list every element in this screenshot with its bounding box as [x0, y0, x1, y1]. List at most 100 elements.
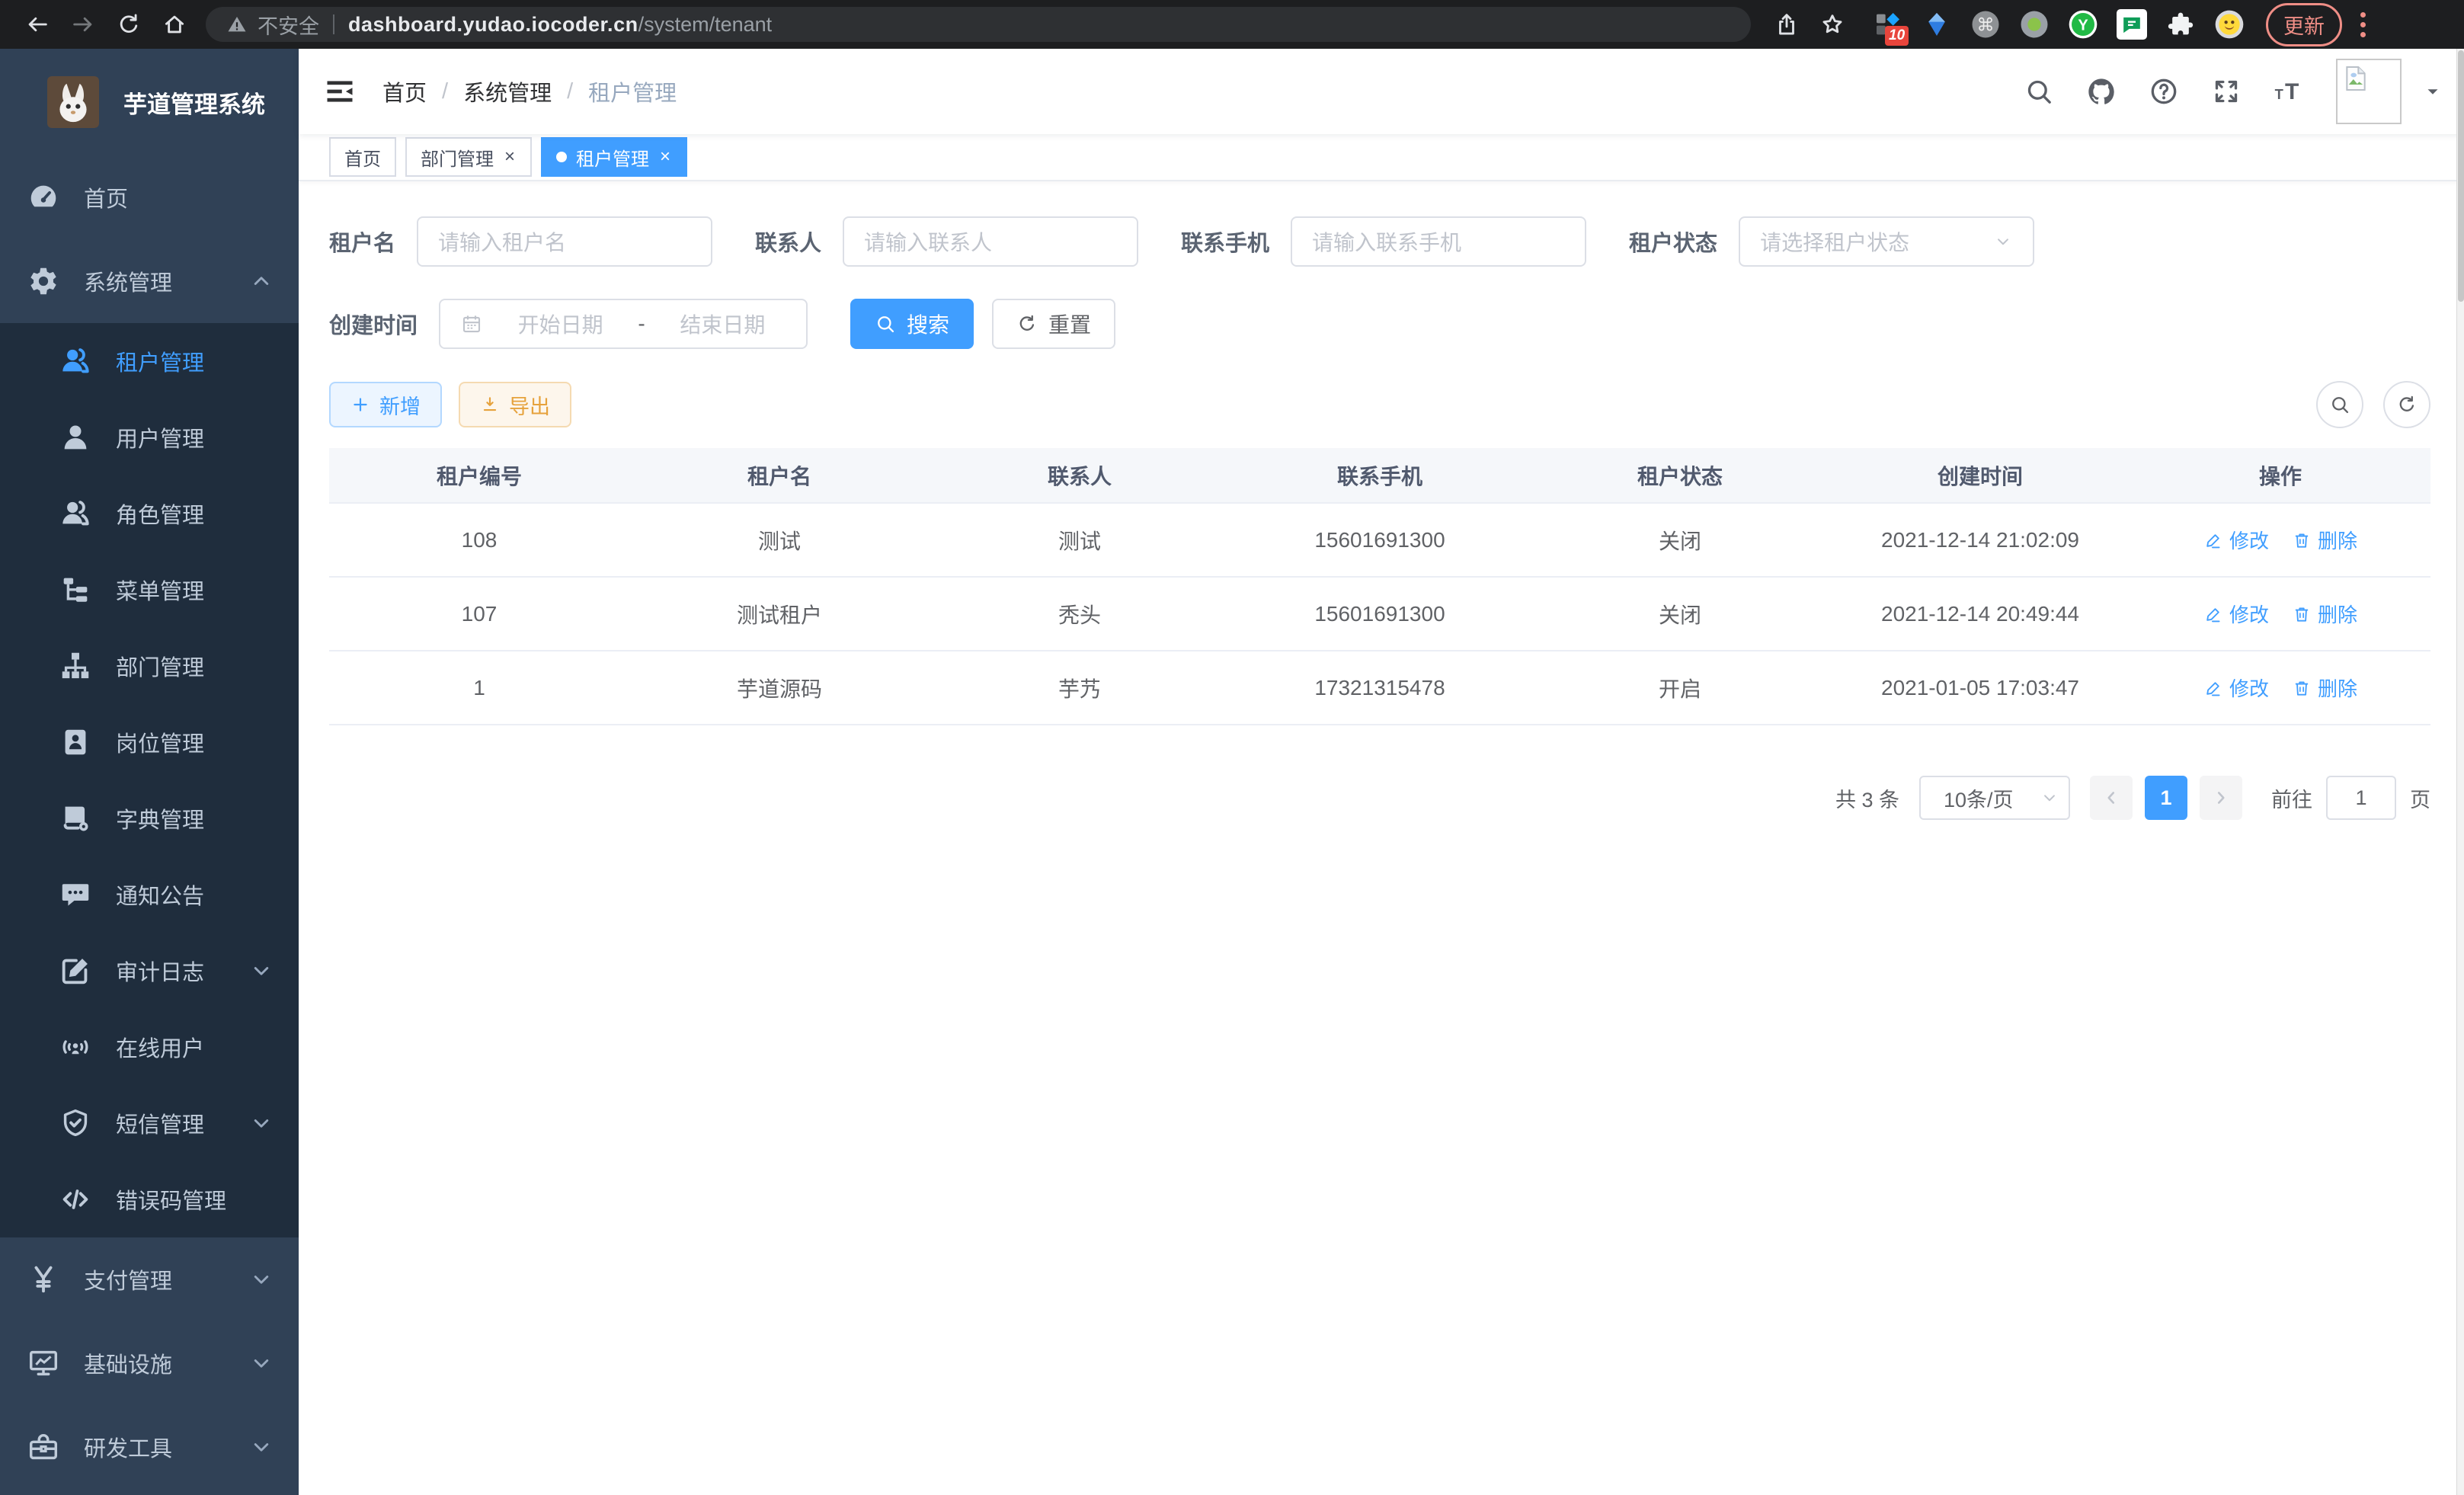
status-select[interactable]: 请选择租户状态: [1739, 216, 2034, 267]
cell-actions: 修改删除: [2130, 577, 2430, 651]
sidebar-item-tenant[interactable]: 租户管理: [0, 323, 299, 399]
tenant-name-input[interactable]: 请输入租户名: [417, 216, 712, 267]
sidebar-item-audit[interactable]: 审计日志: [0, 933, 299, 1009]
fullscreen-icon[interactable]: [2211, 76, 2242, 107]
tag-close-icon[interactable]: ×: [658, 146, 672, 168]
tag-view-home[interactable]: 首页: [329, 137, 396, 177]
contact-placeholder: 请输入联系人: [864, 226, 992, 257]
browser-reload-icon[interactable]: [108, 4, 149, 45]
edit-row-button[interactable]: 修改: [2203, 674, 2269, 702]
page-size-value: 10条/页: [1944, 783, 2014, 813]
edit-row-button[interactable]: 修改: [2203, 526, 2269, 554]
delete-row-button[interactable]: 删除: [2292, 526, 2357, 554]
extension-kite-icon[interactable]: [1922, 9, 1952, 40]
sidebar-item-home[interactable]: 首页: [0, 155, 299, 239]
chrome-update-button[interactable]: 更新: [2266, 3, 2342, 46]
edit-row-button[interactable]: 修改: [2203, 600, 2269, 628]
github-icon[interactable]: [2086, 76, 2117, 107]
cell-mobile: 15601691300: [1230, 577, 1530, 651]
search-button-label: 搜索: [907, 309, 949, 339]
page-size-select[interactable]: 10条/页: [1919, 776, 2070, 820]
browser-home-icon[interactable]: [154, 4, 195, 45]
page-number-1[interactable]: 1: [2145, 776, 2187, 820]
hamburger-icon[interactable]: [323, 75, 357, 108]
goto-page-input[interactable]: 1: [2326, 776, 2396, 820]
sidebar-item-errcode[interactable]: 错误码管理: [0, 1161, 299, 1237]
sidebar-item-post[interactable]: 岗位管理: [0, 704, 299, 780]
profile-avatar[interactable]: [2214, 9, 2245, 40]
browser-menu-icon[interactable]: [2360, 12, 2366, 37]
avatar-caret-down-icon[interactable]: [2423, 82, 2443, 101]
breadcrumb-item[interactable]: 系统管理: [463, 75, 552, 107]
cell-contact: 测试: [930, 503, 1230, 577]
user-avatar[interactable]: [2336, 59, 2402, 124]
extension-y-icon[interactable]: Y: [2068, 9, 2098, 40]
breadcrumb-item[interactable]: 首页: [382, 75, 427, 107]
tag-view-1[interactable]: 部门管理×: [405, 137, 532, 177]
toggle-search-button[interactable]: [2316, 381, 2363, 428]
column-header: 联系手机: [1230, 448, 1530, 503]
sidebar-logo[interactable]: 芋道管理系统: [0, 49, 299, 155]
extension-green-dot-icon[interactable]: [2019, 9, 2050, 40]
audit-icon: [58, 953, 93, 988]
sidebar-item-notice[interactable]: 通知公告: [0, 856, 299, 933]
sidebar-item-label: 支付管理: [84, 1263, 172, 1295]
sidebar-item-system[interactable]: 系统管理: [0, 239, 299, 323]
sidebar-item-devtools[interactable]: 研发工具: [0, 1405, 299, 1489]
window-scrollbar[interactable]: [2456, 49, 2464, 1495]
breadcrumb-item: 租户管理: [588, 75, 677, 107]
browser-forward-icon[interactable]: [62, 4, 104, 45]
date-range-input[interactable]: 开始日期 - 结束日期: [439, 299, 808, 349]
sidebar-item-dept[interactable]: 部门管理: [0, 628, 299, 704]
extension-command-icon[interactable]: ⌘: [1970, 9, 2001, 40]
sidebar-item-role[interactable]: 角色管理: [0, 475, 299, 552]
extensions-cluster: 10 ⌘ Y: [1873, 9, 2245, 40]
reset-button[interactable]: 重置: [992, 299, 1115, 349]
extension-grid-icon[interactable]: 10: [1873, 9, 1903, 40]
next-page-button[interactable]: [2200, 776, 2242, 820]
sidebar-item-menu[interactable]: 菜单管理: [0, 552, 299, 628]
sidebar-item-online[interactable]: 在线用户: [0, 1009, 299, 1085]
address-bar[interactable]: 不安全 dashboard.yudao.iocoder.cn/system/te…: [206, 7, 1751, 42]
header-search-icon[interactable]: [2024, 76, 2054, 107]
contact-input[interactable]: 请输入联系人: [843, 216, 1138, 267]
browser-back-icon[interactable]: [17, 4, 58, 45]
delete-row-button[interactable]: 删除: [2292, 600, 2357, 628]
sidebar-item-label: 菜单管理: [116, 574, 204, 606]
edit-label: 修改: [2229, 526, 2269, 554]
tag-close-icon[interactable]: ×: [503, 146, 517, 168]
sidebar-item-label: 首页: [84, 181, 128, 213]
extension-chat-icon[interactable]: [2117, 9, 2147, 40]
filter-mobile: 联系手机 请输入联系手机: [1181, 216, 1586, 267]
export-button[interactable]: 导出: [459, 382, 571, 427]
help-icon[interactable]: [2149, 76, 2179, 107]
sidebar-item-user[interactable]: 用户管理: [0, 399, 299, 475]
prev-page-button[interactable]: [2090, 776, 2133, 820]
share-icon[interactable]: [1766, 4, 1807, 45]
tenant-name-placeholder: 请输入租户名: [438, 226, 566, 257]
menu-tree-icon: [58, 572, 93, 607]
trash-icon: [2292, 678, 2312, 698]
column-header: 租户编号: [329, 448, 629, 503]
extensions-puzzle-icon[interactable]: [2165, 9, 2196, 40]
font-size-icon[interactable]: TT: [2274, 76, 2304, 107]
scrollbar-thumb[interactable]: [2458, 50, 2464, 302]
mobile-input[interactable]: 请输入联系手机: [1291, 216, 1586, 267]
sidebar-item-pay[interactable]: 支付管理: [0, 1237, 299, 1321]
sidebar-item-infra[interactable]: 基础设施: [0, 1321, 299, 1405]
filter-row-1: 租户名 请输入租户名 联系人 请输入联系人 联系手机 请输入联系手机 租户状态 …: [329, 216, 2430, 267]
tag-view-2[interactable]: 租户管理×: [541, 137, 687, 177]
add-button[interactable]: 新增: [329, 382, 442, 427]
sidebar-item-label: 研发工具: [84, 1431, 172, 1463]
table-body: 108测试测试15601691300关闭2021-12-14 21:02:09修…: [329, 503, 2430, 725]
cell-id: 1: [329, 651, 629, 725]
sidebar-item-dict[interactable]: 字典管理: [0, 780, 299, 856]
trash-icon: [2292, 530, 2312, 550]
column-header: 创建时间: [1830, 448, 2130, 503]
sidebar-item-sms[interactable]: 短信管理: [0, 1085, 299, 1161]
sidebar-item-label: 错误码管理: [116, 1183, 226, 1215]
delete-row-button[interactable]: 删除: [2292, 674, 2357, 702]
bookmark-star-icon[interactable]: [1812, 4, 1853, 45]
refresh-table-button[interactable]: [2383, 381, 2430, 428]
search-button[interactable]: 搜索: [850, 299, 974, 349]
